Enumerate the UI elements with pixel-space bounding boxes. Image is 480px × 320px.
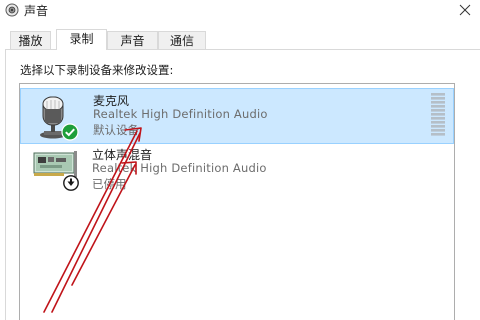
level-meter-segment: [431, 125, 445, 128]
disabled-arrow-icon: [63, 175, 79, 191]
level-meter-segment: [431, 97, 445, 100]
instruction-text: 选择以下录制设备来修改设置:: [20, 63, 174, 77]
tab-communications[interactable]: 通信: [158, 31, 206, 49]
speaker-icon: [5, 3, 19, 17]
level-meter-segment: [431, 105, 445, 108]
tab-strip: 播放 录制 声音 通信: [0, 29, 480, 50]
device-row-stereo-mix[interactable]: 立体声混音 Realtek High Definition Audio 已停用: [20, 143, 454, 199]
default-check-icon: [61, 123, 79, 141]
device-driver: Realtek High Definition Audio: [93, 107, 268, 121]
device-status: 默认设备: [93, 123, 139, 137]
level-meter-segment: [431, 129, 445, 132]
level-meter: [431, 93, 445, 136]
level-meter-segment: [431, 121, 445, 124]
device-row-microphone[interactable]: 麦克风 Realtek High Definition Audio 默认设备: [20, 88, 454, 144]
device-status: 已停用: [92, 177, 127, 191]
level-meter-segment: [431, 117, 445, 120]
sound-card-icon: [33, 151, 77, 177]
level-meter-segment: [431, 109, 445, 112]
tab-recording[interactable]: 录制: [56, 29, 107, 50]
close-button[interactable]: [454, 0, 476, 22]
window-title: 声音: [24, 4, 49, 18]
tab-sounds[interactable]: 声音: [107, 31, 158, 49]
level-meter-segment: [431, 133, 445, 136]
level-meter-segment: [431, 113, 445, 116]
title-bar: 声音: [0, 0, 480, 22]
level-meter-segment: [431, 93, 445, 96]
tab-playback[interactable]: 播放: [10, 31, 51, 49]
level-meter-segment: [431, 101, 445, 104]
device-driver: Realtek High Definition Audio: [92, 161, 267, 175]
close-icon: [459, 4, 471, 16]
